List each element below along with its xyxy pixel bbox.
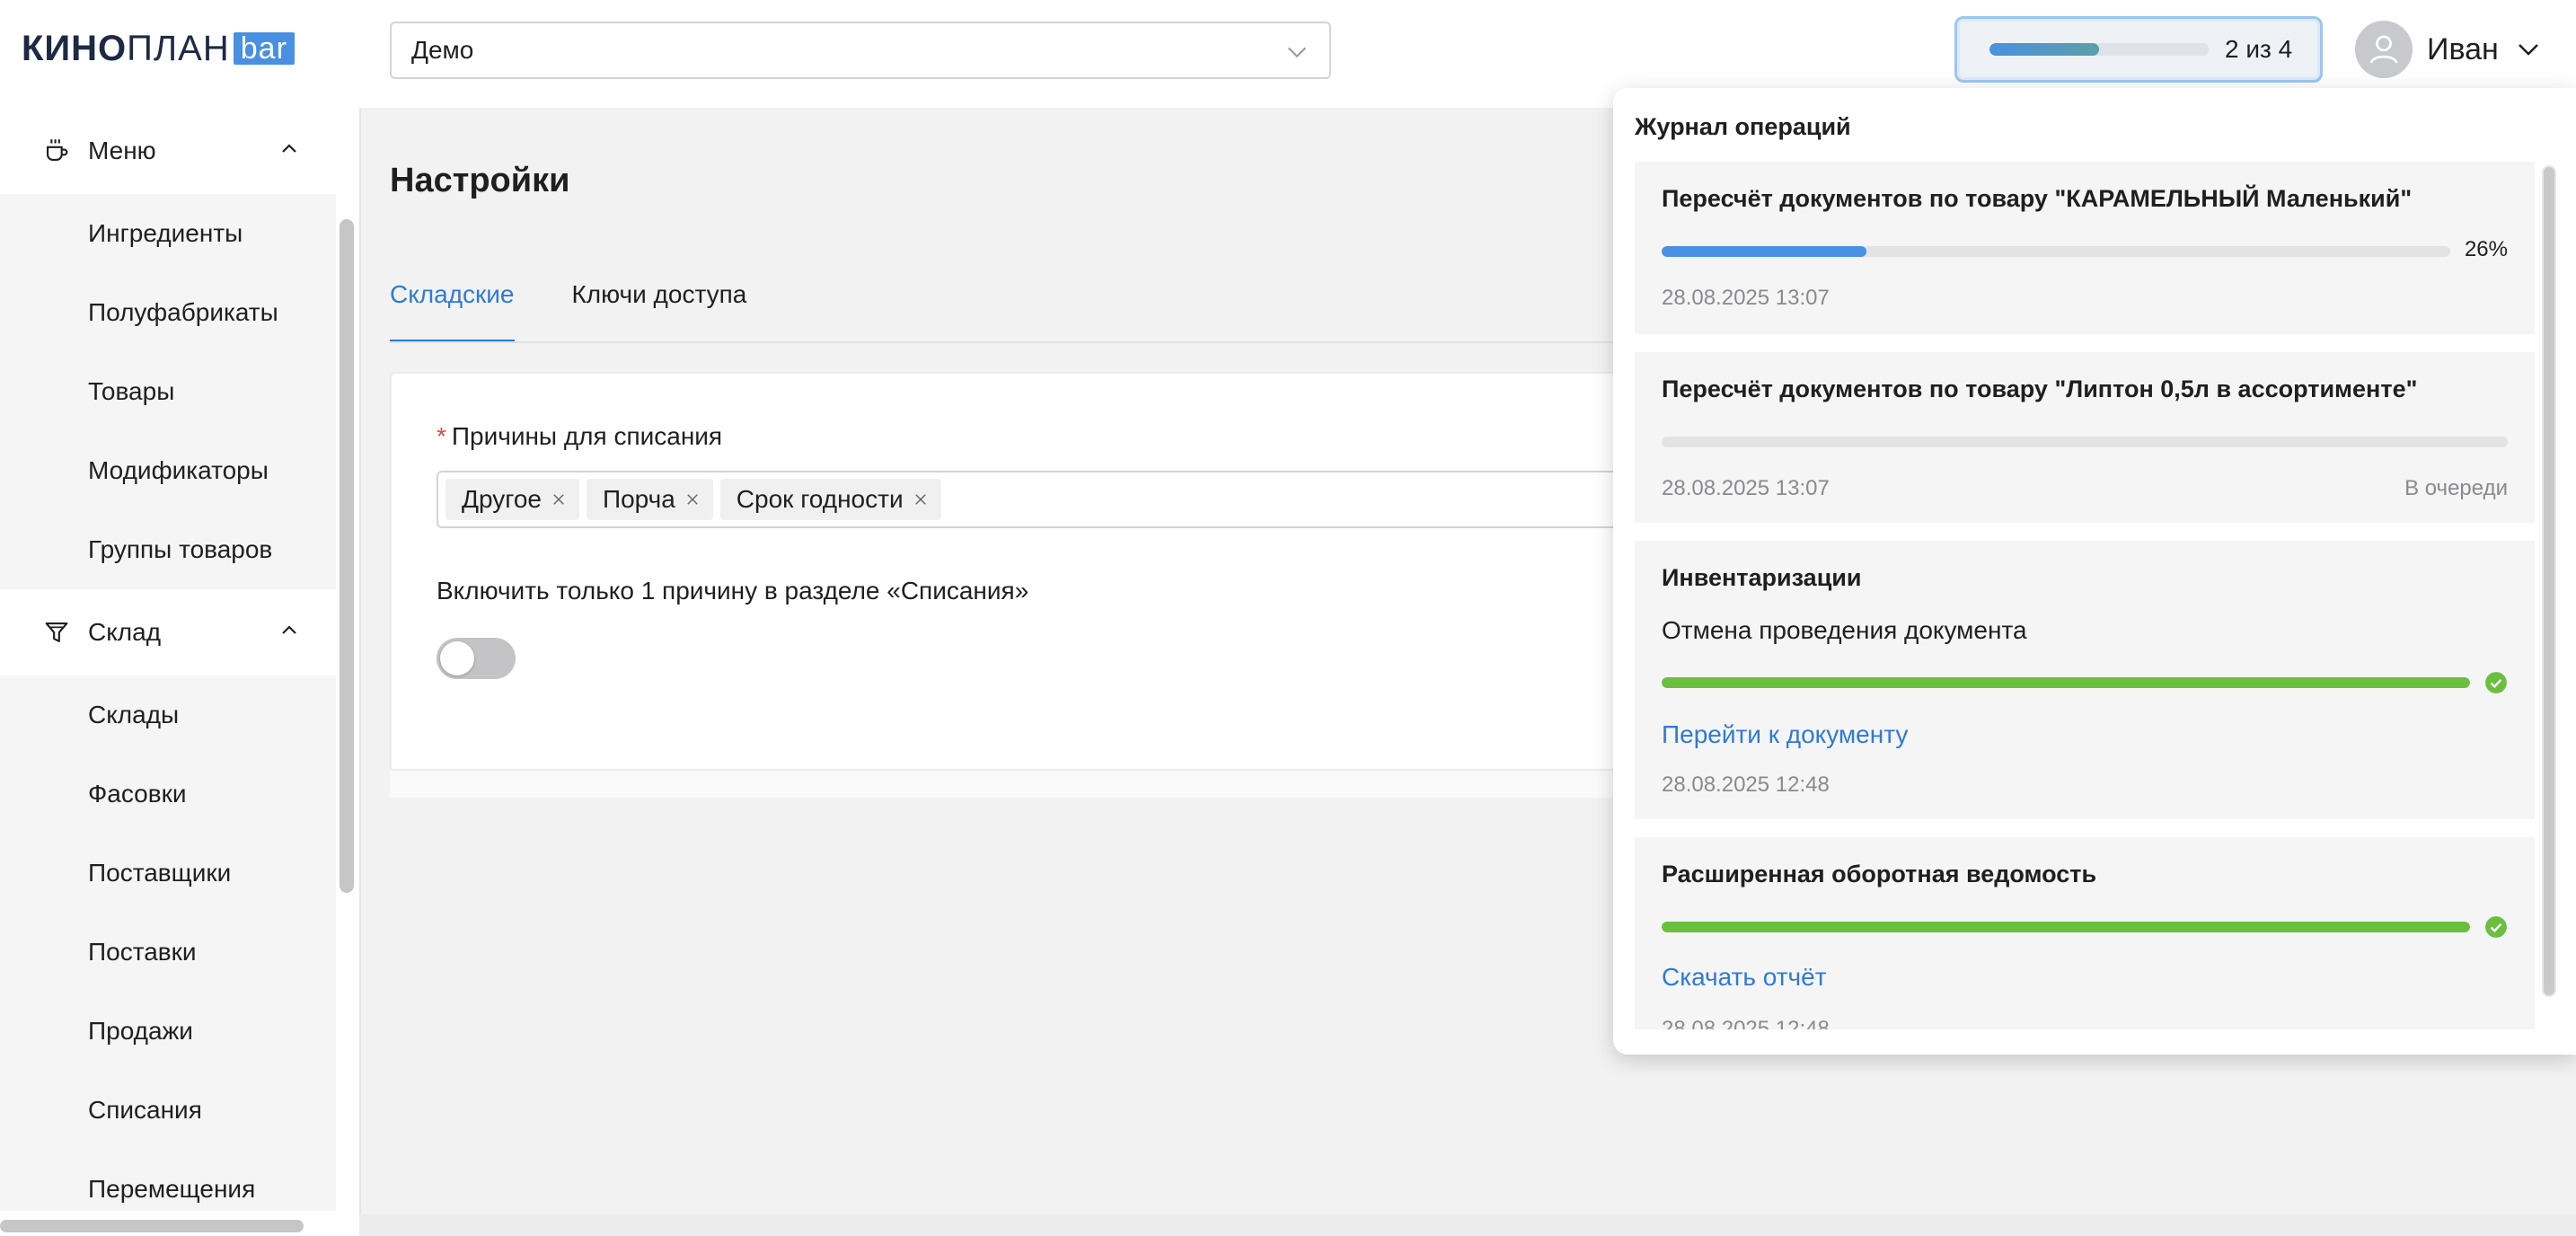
tab-access-keys[interactable]: Ключи доступа	[572, 280, 747, 343]
sidebar-item-products[interactable]: Товары	[0, 352, 336, 431]
settings-tabs: Складские Ключи доступа	[390, 280, 804, 343]
operation-title: Пересчёт документов по товару "Липтон 0,…	[1662, 375, 2418, 402]
tab-warehouse-settings[interactable]: Складские	[390, 280, 515, 343]
sidebar-item-modifiers[interactable]: Модификаторы	[0, 431, 336, 510]
chevron-down-icon	[1287, 47, 1307, 58]
logo-text-kino: КИНО	[22, 28, 128, 68]
reason-tag-label: Другое	[462, 485, 542, 513]
sidebar-item-semi-finished[interactable]: Полуфабрикаты	[0, 273, 336, 352]
organization-select-value: Демо	[411, 36, 474, 64]
chevron-up-icon	[282, 625, 296, 634]
organization-select[interactable]: Демо	[390, 22, 1331, 79]
operations-progress-track	[1989, 43, 2209, 56]
operation-progress-track	[1662, 246, 2450, 257]
sidebar-item-warehouses[interactable]: Склады	[0, 675, 336, 755]
page-title: Настройки	[390, 162, 570, 199]
operation-title: Пересчёт документов по товару "КАРАМЕЛЬН…	[1662, 185, 2413, 212]
sidebar: Меню Ингредиенты Полуфабрикаты Товары Мо…	[0, 108, 359, 1236]
single-reason-toggle[interactable]	[437, 638, 516, 679]
close-icon[interactable]	[684, 491, 701, 508]
coffee-cup-icon	[47, 139, 68, 161]
settings-card: * Причины для списания Другое Порча Срок …	[390, 372, 1694, 798]
operations-progress-button[interactable]: 2 из 4	[1954, 16, 2323, 83]
sidebar-group-menu[interactable]: Меню	[0, 108, 336, 194]
reason-tag-label: Порча	[602, 485, 675, 513]
sidebar-submenu-warehouse: Склады Фасовки Поставщики Поставки Прода…	[0, 675, 336, 1211]
sidebar-menu: Меню Ингредиенты Полуфабрикаты Товары Мо…	[0, 108, 336, 1211]
settings-card-footer	[390, 769, 1647, 798]
operation-date: 28.08.2025 12:48	[1662, 772, 1830, 797]
avatar	[2355, 21, 2413, 78]
operations-journal-panel: Журнал операций Пересчёт документов по т…	[1613, 88, 2576, 1055]
sidebar-group-label: Меню	[88, 137, 156, 164]
operation-progress-fill	[1662, 922, 2470, 932]
sidebar-group-label: Склад	[88, 618, 162, 646]
sidebar-item-suppliers[interactable]: Поставщики	[0, 834, 336, 913]
user-name: Иван	[2427, 31, 2499, 66]
chevron-down-icon	[2518, 44, 2538, 56]
operation-item: Расширенная оборотная ведомость Скачать …	[1635, 837, 2535, 1029]
operation-item: Инвентаризации Отмена проведения докумен…	[1635, 541, 2535, 819]
required-mark: *	[437, 422, 446, 450]
sidebar-item-transfers[interactable]: Перемещения	[0, 1150, 336, 1211]
operation-date: 28.08.2025 13:07	[1662, 286, 1830, 310]
operations-counter: 2 из 4	[2225, 35, 2293, 63]
operation-item: Пересчёт документов по товару "КАРАМЕЛЬН…	[1635, 162, 2535, 334]
reason-tag: Срок годности	[719, 479, 941, 520]
download-report-link[interactable]: Скачать отчёт	[1662, 963, 1827, 992]
chevron-up-icon	[282, 144, 296, 153]
reason-tag: Другое	[446, 479, 579, 520]
sidebar-horizontal-scrollbar[interactable]	[0, 1220, 304, 1232]
journal-title: Журнал операций	[1635, 113, 1851, 140]
operation-status: В очереди	[2404, 476, 2508, 500]
sidebar-item-ingredients[interactable]: Ингредиенты	[0, 194, 336, 273]
go-to-document-link[interactable]: Перейти к документу	[1662, 720, 1908, 749]
sidebar-item-packaging[interactable]: Фасовки	[0, 755, 336, 834]
logo-text-plan: ПЛАН	[127, 28, 230, 68]
operations-progress-fill	[1989, 43, 2099, 56]
operation-title: Инвентаризации	[1662, 564, 1862, 591]
operation-title: Расширенная оборотная ведомость	[1662, 861, 2097, 887]
reason-tag-label: Срок годности	[736, 485, 904, 513]
sidebar-item-writeoffs[interactable]: Списания	[0, 1071, 336, 1150]
operation-progress-track	[1662, 677, 2470, 688]
check-circle-icon	[2485, 672, 2507, 693]
operation-subtitle: Отмена проведения документа	[1662, 616, 2027, 644]
horizontal-scroll-track	[359, 1214, 2576, 1236]
sidebar-item-deliveries[interactable]: Поставки	[0, 913, 336, 992]
logo-badge-bar: bar	[233, 32, 295, 65]
single-reason-toggle-label: Включить только 1 причину в разделе «Спи…	[437, 577, 1029, 605]
sidebar-item-product-groups[interactable]: Группы товаров	[0, 510, 336, 589]
writeoff-reasons-label-text: Причины для списания	[451, 422, 723, 450]
kinoplan-bar-logo[interactable]: КИНО ПЛАН bar	[22, 28, 295, 68]
toggle-knob	[440, 641, 474, 675]
writeoff-reasons-label: * Причины для списания	[437, 422, 722, 451]
operation-date: 28.08.2025 12:48	[1662, 1017, 1830, 1029]
sidebar-vertical-scrollbar[interactable]	[340, 219, 354, 893]
sidebar-divider	[359, 108, 361, 1214]
sidebar-submenu-menu: Ингредиенты Полуфабрикаты Товары Модифик…	[0, 194, 336, 589]
close-icon[interactable]	[913, 491, 929, 508]
user-icon	[2369, 35, 2398, 64]
operation-progress-track	[1662, 437, 2508, 447]
reason-tag: Порча	[586, 479, 713, 520]
operation-progress-fill	[1662, 677, 2470, 688]
operation-progress-percent: 26%	[2464, 237, 2508, 261]
operation-progress-track	[1662, 922, 2470, 932]
sidebar-group-warehouse[interactable]: Склад	[0, 589, 336, 675]
check-circle-icon	[2485, 916, 2507, 938]
operation-date: 28.08.2025 13:07	[1662, 476, 1830, 500]
warehouse-filter-icon	[45, 622, 68, 642]
tabs-divider	[390, 341, 1647, 343]
sidebar-item-sales[interactable]: Продажи	[0, 992, 336, 1071]
operations-list: Пересчёт документов по товару "КАРАМЕЛЬН…	[1635, 162, 2535, 1029]
operation-progress-fill	[1662, 246, 1867, 257]
user-menu[interactable]: Иван	[2355, 20, 2542, 79]
journal-scrollbar[interactable]	[2542, 165, 2556, 997]
close-icon[interactable]	[551, 491, 567, 508]
operation-item: Пересчёт документов по товару "Липтон 0,…	[1635, 352, 2535, 523]
writeoff-reasons-select[interactable]: Другое Порча Срок годности	[437, 471, 1694, 528]
